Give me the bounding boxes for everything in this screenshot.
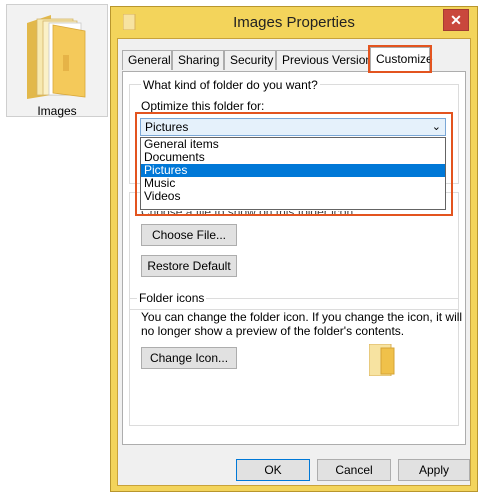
folder-icons-desc-1: You can change the folder icon. If you c… — [141, 310, 463, 324]
restore-default-button[interactable]: Restore Default — [141, 255, 237, 277]
folder-type-question: What kind of folder do you want? — [141, 78, 320, 92]
choose-file-button[interactable]: Choose File... — [141, 224, 237, 246]
folder-icons-desc-2: no longer show a preview of the folder's… — [141, 324, 405, 338]
tab-previous-versions[interactable]: Previous Versions — [276, 50, 378, 70]
change-icon-button[interactable]: Change Icon... — [141, 347, 237, 369]
tab-security[interactable]: Security — [224, 50, 276, 70]
window-title: Images Properties — [233, 14, 355, 31]
option-pictures[interactable]: Pictures — [141, 164, 445, 177]
close-button[interactable]: ✕ — [443, 9, 469, 31]
folder-preview-icon — [369, 344, 395, 376]
option-music[interactable]: Music — [141, 177, 445, 190]
optimize-select-value: Pictures — [145, 120, 189, 134]
optimize-dropdown-list: General items Documents Pictures Music V… — [140, 137, 446, 210]
cancel-button[interactable]: Cancel — [317, 459, 391, 481]
tab-sharing[interactable]: Sharing — [172, 50, 224, 70]
desktop-folder-images[interactable]: Images — [6, 4, 108, 118]
folder-icon — [27, 15, 86, 99]
folder-icons-label: Folder icons — [137, 291, 207, 305]
ok-button[interactable]: OK — [236, 459, 310, 481]
dialog-client: General Sharing Security Previous Versio… — [117, 38, 471, 486]
chevron-down-icon: ⌄ — [431, 121, 441, 133]
tab-general[interactable]: General — [122, 50, 172, 70]
optimize-label: Optimize this folder for: — [141, 99, 265, 113]
option-videos[interactable]: Videos — [141, 190, 445, 203]
properties-dialog: Images Properties ✕ General Sharing Secu… — [110, 6, 478, 492]
title-bar[interactable]: Images Properties ✕ — [111, 7, 477, 38]
apply-button[interactable]: Apply — [398, 459, 470, 481]
customize-panel: What kind of folder do you want? Optimiz… — [122, 71, 466, 445]
tab-customize[interactable]: Customize — [368, 45, 433, 73]
optimize-select[interactable]: Pictures ⌄ — [140, 118, 446, 136]
desktop-folder-label: Images — [37, 104, 77, 118]
